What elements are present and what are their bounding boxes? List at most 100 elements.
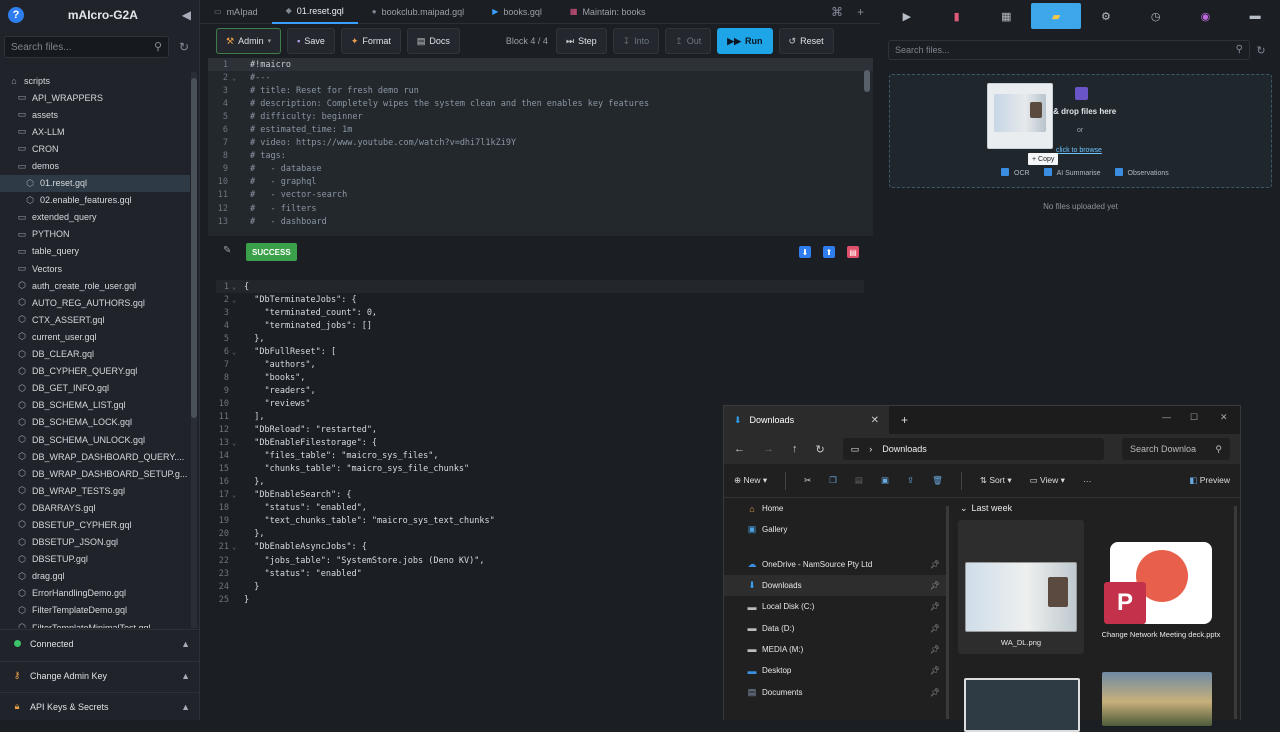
path-box[interactable]: ▭ › Downloads bbox=[842, 438, 1104, 460]
nav-item[interactable]: ▣ Gallery bbox=[724, 519, 946, 540]
window-panel-tab[interactable]: ▬ bbox=[1230, 3, 1280, 29]
tree-item[interactable]: ⬡ DB_WRAP_DASHBOARD_QUERY.... bbox=[0, 448, 190, 465]
nav-item[interactable]: ▬ MEDIA (M:) 📌︎ bbox=[724, 639, 946, 660]
tree-item[interactable]: ▭ PYTHON bbox=[0, 226, 190, 243]
tree-item[interactable]: ⬡ FilterTemplateMinimalTest.gql bbox=[0, 619, 190, 628]
file-tile[interactable]: WA_DL.png bbox=[958, 520, 1084, 654]
tree-item[interactable]: ⬡ auth_create_role_user.gql bbox=[0, 277, 190, 294]
tree-item[interactable]: ▭ demos bbox=[0, 157, 190, 174]
tree-item[interactable]: ⬡ DB_WRAP_TESTS.gql bbox=[0, 482, 190, 499]
tree-item[interactable]: ⬡ DB_SCHEMA_UNLOCK.gql bbox=[0, 431, 190, 448]
sidebar-scrollbar[interactable] bbox=[191, 72, 197, 628]
view-button[interactable]: ▭ View ▾ bbox=[1030, 475, 1065, 486]
tree-item[interactable]: ▭ Vectors bbox=[0, 260, 190, 277]
pin-icon[interactable]: 📌︎ bbox=[930, 624, 940, 633]
nav-item[interactable]: ⬇ Downloads 📌︎ bbox=[724, 574, 946, 597]
notes-panel-tab[interactable]: ▮ bbox=[932, 3, 982, 29]
tree-item[interactable]: ⬡ DBARRAYS.gql bbox=[0, 499, 190, 516]
format-button[interactable]: ✦ Format bbox=[340, 28, 401, 54]
tree-item[interactable]: ⬡ DBSETUP.gql bbox=[0, 551, 190, 568]
tree-item[interactable]: ⌂ scripts bbox=[0, 72, 190, 89]
nav-item[interactable]: ▬ Data (D:) 📌︎ bbox=[724, 617, 946, 638]
tree-item[interactable]: ⬡ current_user.gql bbox=[0, 328, 190, 345]
tab-bookclub[interactable]: ● bookclub.maipad.gql bbox=[358, 0, 478, 24]
tab-maintain-books[interactable]: ▦ Maintain: books bbox=[556, 0, 660, 24]
close-window-icon[interactable]: ✕ bbox=[1220, 412, 1228, 423]
nav-item[interactable]: ▤ Documents 📌︎ bbox=[724, 681, 946, 702]
tree-item[interactable]: ⬡ 01.reset.gql bbox=[0, 174, 190, 192]
tree-item[interactable]: ▭ table_query bbox=[0, 243, 190, 260]
tree-item[interactable]: ⬡ DB_GET_INFO.gql bbox=[0, 380, 190, 397]
upload-icon[interactable]: ⬆ bbox=[823, 246, 835, 258]
explorer-tab[interactable]: ⬇ Downloads ✕ bbox=[724, 406, 889, 434]
tree-item[interactable]: ▭ assets bbox=[0, 106, 190, 123]
step-button[interactable]: ⏭ Step bbox=[555, 28, 607, 54]
tree-item[interactable]: ⬡ ErrorHandlingDemo.gql bbox=[0, 585, 190, 602]
forward-icon[interactable]: → bbox=[763, 443, 774, 455]
files-panel-tab[interactable]: ▰ bbox=[1031, 3, 1081, 29]
delete-icon[interactable]: 🗑︎ bbox=[932, 475, 943, 486]
fold-icon[interactable]: ⌄ bbox=[232, 491, 244, 499]
back-icon[interactable]: ← bbox=[734, 443, 745, 455]
clipboard-icon[interactable]: ▤ bbox=[847, 246, 859, 258]
download-icon[interactable]: ⬇ bbox=[799, 246, 811, 258]
ai-summarise-checkbox[interactable]: AI Summarise bbox=[1043, 168, 1101, 177]
step-into-button[interactable]: ↧ Into bbox=[612, 28, 660, 54]
tab-books[interactable]: ▶ books.gql bbox=[478, 0, 556, 24]
ocr-checkbox[interactable]: OCR bbox=[1001, 168, 1030, 177]
save-button[interactable]: ▪ Save bbox=[287, 28, 335, 54]
reset-button[interactable]: ↺ Reset bbox=[778, 28, 834, 54]
tree-item[interactable]: ⬡ AUTO_REG_AUTHORS.gql bbox=[0, 294, 190, 311]
tree-item[interactable]: ▭ AX-LLM bbox=[0, 123, 190, 140]
tree-item[interactable]: ⬡ 02.enable_features.gql bbox=[0, 192, 190, 209]
video-thumbnail[interactable] bbox=[964, 678, 1080, 732]
nav-item[interactable]: ☁ OneDrive - NamSource Pty Ltd 📌︎ bbox=[724, 554, 946, 575]
fold-icon[interactable]: ⌄ bbox=[232, 74, 250, 82]
tree-item[interactable]: ⬡ DB_CLEAR.gql bbox=[0, 346, 190, 363]
sidebar-scrollbar-thumb[interactable] bbox=[191, 78, 197, 418]
nav-item[interactable]: ▬ Local Disk (C:) 📌︎ bbox=[724, 596, 946, 617]
ai-panel-tab[interactable]: ◉ bbox=[1181, 3, 1231, 29]
fold-icon[interactable]: ⌄ bbox=[232, 543, 244, 551]
pin-icon[interactable]: 📌︎ bbox=[930, 645, 940, 654]
fold-icon[interactable]: ⌄ bbox=[232, 348, 244, 356]
tab-01-reset[interactable]: ◆ 01.reset.gql bbox=[271, 0, 358, 24]
close-tab-icon[interactable]: ✕ bbox=[871, 415, 879, 426]
tree-structure-icon[interactable]: ⌘ bbox=[831, 5, 843, 19]
file-tile[interactable]: P Change Network Meeting deck.pptx bbox=[1098, 520, 1224, 670]
panel-search-input[interactable]: Search files... ⚲ bbox=[888, 40, 1250, 60]
more-options-icon[interactable]: ··· bbox=[1083, 476, 1092, 486]
tree-item[interactable]: ⬡ DB_WRAP_DASHBOARD_SETUP.g... bbox=[0, 465, 190, 482]
pin-icon[interactable]: 📌︎ bbox=[930, 602, 940, 611]
paste-icon[interactable]: ▤ bbox=[855, 475, 863, 486]
tree-item[interactable]: ▭ CRON bbox=[0, 140, 190, 157]
code-editor[interactable]: 1 #!maicro 2 ⌄ #--- 3 # title: Reset for fresh… bbox=[208, 58, 873, 236]
minimize-icon[interactable]: — bbox=[1162, 412, 1171, 422]
group-header[interactable]: ⌄ Last week bbox=[956, 498, 1242, 518]
pin-icon[interactable]: 📌︎ bbox=[930, 560, 940, 569]
tree-item[interactable]: ⬡ FilterTemplateDemo.gql bbox=[0, 602, 190, 619]
new-tab-icon[interactable]: + bbox=[901, 413, 908, 427]
pin-icon[interactable]: 📌︎ bbox=[930, 688, 940, 697]
tree-item[interactable]: ⬡ DBSETUP_JSON.gql bbox=[0, 534, 190, 551]
collapse-sidebar-icon[interactable]: ◀ bbox=[182, 8, 191, 22]
tree-item[interactable]: ⬡ CTX_ASSERT.gql bbox=[0, 311, 190, 328]
copy-icon[interactable]: ❐ bbox=[829, 475, 837, 486]
new-button[interactable]: ⊕ New ▾ bbox=[734, 475, 767, 486]
new-tab-icon[interactable]: + bbox=[857, 5, 864, 19]
rename-icon[interactable]: ▣ bbox=[881, 475, 889, 486]
preview-button[interactable]: ◧ Preview bbox=[1189, 475, 1230, 486]
cut-icon[interactable]: ✂ bbox=[804, 475, 811, 486]
step-out-button[interactable]: ↥ Out bbox=[665, 28, 712, 54]
help-icon[interactable]: ? bbox=[8, 7, 24, 23]
pin-icon[interactable]: 📌︎ bbox=[930, 666, 940, 675]
nav-scrollbar[interactable] bbox=[946, 506, 949, 719]
pencil-icon[interactable]: ✎ bbox=[223, 245, 231, 256]
up-icon[interactable]: ↑ bbox=[792, 443, 798, 455]
tree-item[interactable]: ▭ API_WRAPPERS bbox=[0, 89, 190, 106]
tree-item[interactable]: ⬡ DB_SCHEMA_LOCK.gql bbox=[0, 414, 190, 431]
code-scrollbar[interactable] bbox=[863, 60, 871, 232]
tree-item[interactable]: ⬡ DB_CYPHER_QUERY.gql bbox=[0, 363, 190, 380]
fold-icon[interactable]: ⌄ bbox=[232, 296, 244, 304]
code-scrollbar-thumb[interactable] bbox=[864, 70, 870, 92]
